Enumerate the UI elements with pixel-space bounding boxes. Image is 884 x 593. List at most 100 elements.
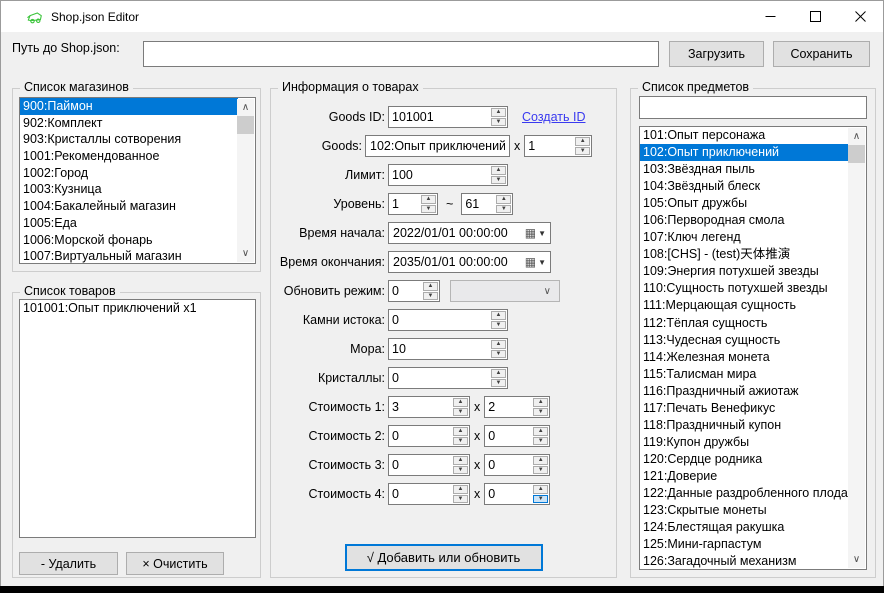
spin-down-icon[interactable]: ▼ (491, 379, 506, 388)
cost-2-id-input[interactable] (389, 426, 452, 446)
level-max-input[interactable] (462, 194, 495, 214)
clear-button[interactable]: × Очистить (126, 552, 224, 575)
spin-down-icon[interactable]: ▼ (575, 147, 590, 156)
item-list-item[interactable]: 110:Сущность потухшей звезды (640, 280, 849, 297)
begin-time-picker[interactable]: 2022/01/01 00:00:00 ▦ ▼ (388, 222, 551, 244)
item-list-item[interactable]: 122:Данные раздробленного плода (640, 485, 849, 502)
spin-up-icon[interactable]: ▲ (453, 485, 468, 494)
cost-4-id-input[interactable] (389, 484, 452, 504)
shop-list-item[interactable]: 1004:Бакалейный магазин (20, 198, 238, 215)
mora-input[interactable] (389, 339, 490, 359)
spin-up-icon[interactable]: ▲ (421, 195, 436, 204)
cost-4-count-spinner[interactable]: ▲▼ (484, 483, 550, 505)
spin-down-icon[interactable]: ▼ (453, 408, 468, 417)
spin-up-icon[interactable]: ▲ (491, 311, 506, 320)
goods-id-input[interactable] (389, 107, 490, 127)
save-button[interactable]: Сохранить (773, 41, 870, 67)
close-button[interactable] (838, 1, 883, 32)
item-list-item[interactable]: 101:Опыт персонажа (640, 127, 849, 144)
load-button[interactable]: Загрузить (669, 41, 764, 67)
cost-3-id-spinner[interactable]: ▲▼ (388, 454, 470, 476)
shop-list-item[interactable]: 1006:Морской фонарь (20, 232, 238, 249)
item-list-item[interactable]: 114:Железная монета (640, 349, 849, 366)
refresh-mode-combobox[interactable]: ∨ (450, 280, 560, 302)
spin-down-icon[interactable]: ▼ (453, 437, 468, 446)
cost-3-id-input[interactable] (389, 455, 452, 475)
goods-count-input[interactable] (525, 136, 574, 156)
spin-down-icon[interactable]: ▼ (423, 292, 438, 301)
mora-spinner[interactable]: ▲▼ (388, 338, 508, 360)
primogems-input[interactable] (389, 310, 490, 330)
item-list-item[interactable]: 108:[CHS] - (test)天体推演 (640, 246, 849, 263)
spin-down-icon[interactable]: ▼ (533, 437, 548, 446)
item-list-item[interactable]: 109:Энергия потухшей звезды (640, 263, 849, 280)
spin-up-icon[interactable]: ▲ (491, 340, 506, 349)
item-list-item[interactable]: 111:Мерцающая сущность (640, 297, 849, 314)
refresh-mode-input[interactable] (389, 281, 422, 301)
primogems-spinner[interactable]: ▲▼ (388, 309, 508, 331)
scroll-down-icon[interactable]: ∨ (848, 551, 865, 568)
item-list-item[interactable]: 104:Звёздный блеск (640, 178, 849, 195)
scroll-up-icon[interactable]: ∧ (848, 128, 865, 145)
spin-up-icon[interactable]: ▲ (491, 108, 506, 117)
cost-2-count-input[interactable] (485, 426, 532, 446)
spin-down-icon[interactable]: ▼ (533, 408, 548, 417)
item-list-item[interactable]: 115:Талисман мира (640, 366, 849, 383)
spin-up-icon[interactable]: ▲ (496, 195, 511, 204)
item-list-item[interactable]: 125:Мини-гарпастум (640, 536, 849, 553)
level-min-input[interactable] (389, 194, 420, 214)
shop-list-item[interactable]: 1002:Город (20, 165, 238, 182)
spin-up-icon[interactable]: ▲ (533, 398, 548, 407)
spin-up-icon[interactable]: ▲ (491, 369, 506, 378)
spin-up-icon[interactable]: ▲ (533, 485, 548, 494)
item-list-item[interactable]: 105:Опыт дружбы (640, 195, 849, 212)
spin-up-icon[interactable]: ▲ (533, 456, 548, 465)
item-list-item[interactable]: 124:Блестящая ракушка (640, 519, 849, 536)
shops-list[interactable]: 900:Паймон902:Комплект903:Кристаллы сотв… (19, 97, 256, 264)
spin-up-icon[interactable]: ▲ (453, 456, 468, 465)
item-list-item[interactable]: 117:Печать Венефикус (640, 400, 849, 417)
scroll-down-icon[interactable]: ∨ (237, 245, 254, 262)
limit-input[interactable] (389, 165, 490, 185)
item-list-item[interactable]: 123:Скрытые монеты (640, 502, 849, 519)
spin-down-icon[interactable]: ▼ (491, 118, 506, 127)
cart-list-item[interactable]: 101001:Опыт приключений x1 (20, 300, 255, 317)
item-list-item[interactable]: 112:Тёплая сущность (640, 315, 849, 332)
level-max-spinner[interactable]: ▲▼ (461, 193, 513, 215)
shop-list-item[interactable]: 1007:Виртуальный магазин (20, 248, 238, 264)
cost-1-count-input[interactable] (485, 397, 532, 417)
item-list-item[interactable]: 106:Первородная смола (640, 212, 849, 229)
item-list-item[interactable]: 118:Праздничный купон (640, 417, 849, 434)
spin-up-icon[interactable]: ▲ (453, 398, 468, 407)
item-list-item[interactable]: 107:Ключ легенд (640, 229, 849, 246)
item-list-item[interactable]: 120:Сердце родника (640, 451, 849, 468)
shop-list-item[interactable]: 903:Кристаллы сотворения (20, 131, 238, 148)
spin-down-icon[interactable]: ▼ (491, 176, 506, 185)
crystals-spinner[interactable]: ▲▼ (388, 367, 508, 389)
add-or-update-button[interactable]: √ Добавить или обновить (345, 544, 543, 571)
maximize-button[interactable] (793, 1, 838, 32)
spin-down-icon[interactable]: ▼ (533, 495, 548, 504)
crystals-input[interactable] (389, 368, 490, 388)
cart-list[interactable]: 101001:Опыт приключений x1 (19, 299, 256, 538)
item-list-item[interactable]: 102:Опыт приключений (640, 144, 849, 161)
spin-down-icon[interactable]: ▼ (496, 205, 511, 214)
dropdown-arrow-icon[interactable]: ▼ (538, 258, 546, 267)
shop-list-item[interactable]: 900:Паймон (20, 98, 238, 115)
cost-1-count-spinner[interactable]: ▲▼ (484, 396, 550, 418)
cost-1-id-input[interactable] (389, 397, 452, 417)
minimize-button[interactable] (748, 1, 793, 32)
item-list-item[interactable]: 121:Доверие (640, 468, 849, 485)
path-input[interactable] (143, 41, 659, 67)
item-list-item[interactable]: 126:Загадочный механизм (640, 553, 849, 570)
cost-2-id-spinner[interactable]: ▲▼ (388, 425, 470, 447)
item-list-item[interactable]: 116:Праздничный ажиотаж (640, 383, 849, 400)
spin-down-icon[interactable]: ▼ (533, 466, 548, 475)
item-list-item[interactable]: 103:Звёздная пыль (640, 161, 849, 178)
scroll-up-icon[interactable]: ∧ (237, 99, 254, 116)
create-id-link[interactable]: Создать ID (522, 110, 585, 124)
spin-up-icon[interactable]: ▲ (491, 166, 506, 175)
shop-list-item[interactable]: 1001:Рекомендованное (20, 148, 238, 165)
spin-up-icon[interactable]: ▲ (423, 282, 438, 291)
goods-count-spinner[interactable]: ▲▼ (524, 135, 592, 157)
